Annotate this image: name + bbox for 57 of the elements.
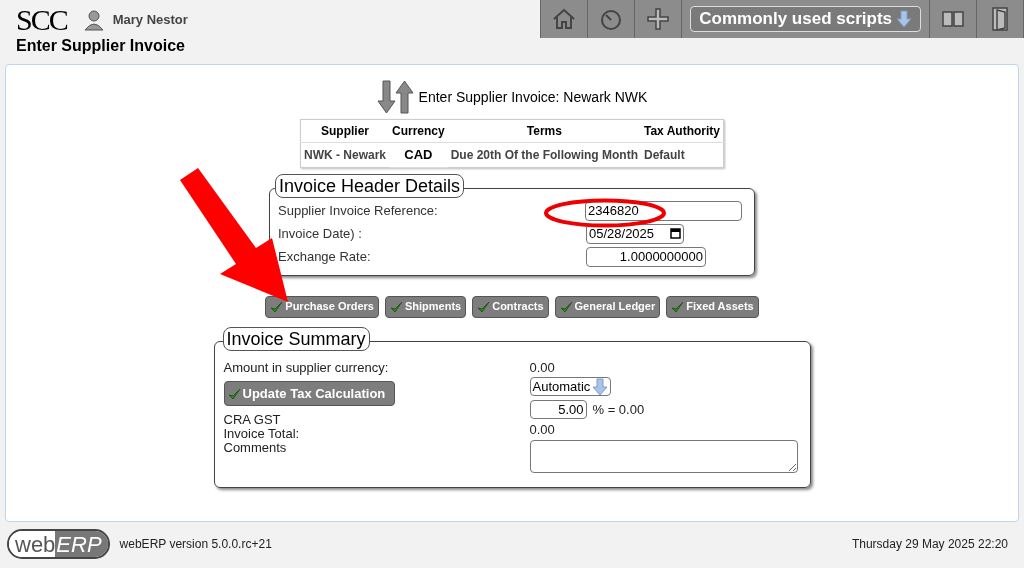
column-header: Terms xyxy=(447,119,641,143)
update-tax-button[interactable]: Update Tax Calculation xyxy=(223,381,395,406)
up-down-arrows-icon xyxy=(376,79,415,115)
field-label: Amount in supplier currency: xyxy=(223,358,390,377)
column-header: Supplier xyxy=(300,119,389,143)
check-icon xyxy=(477,300,491,313)
input-field[interactable]: 1.0000000000 xyxy=(586,246,706,267)
calendar-icon xyxy=(670,228,682,239)
check-icon xyxy=(671,300,685,313)
check-icon xyxy=(389,300,403,313)
user-icon xyxy=(82,9,105,31)
door-icon[interactable] xyxy=(990,6,1010,32)
tax-name: CRA GST xyxy=(223,413,282,427)
action-button[interactable]: Contracts xyxy=(472,295,549,318)
page-title: Enter Supplier Invoice xyxy=(16,36,186,56)
field-label: Exchange Rate: xyxy=(278,247,372,266)
fieldset-legend: Invoice Header Details xyxy=(275,173,465,198)
tax-rate-field[interactable]: 5.00 xyxy=(529,400,587,420)
scripts-dropdown[interactable]: Commonly used scripts xyxy=(690,6,921,32)
date-time: Thursday 29 May 2025 22:20 xyxy=(851,536,1009,553)
table-cell: Default xyxy=(641,142,724,167)
user-name: Mary Nestor xyxy=(112,11,188,30)
date-field[interactable]: 05/28/2025 xyxy=(586,223,685,244)
down-arrow-icon xyxy=(896,10,912,28)
tax-mode-select[interactable]: Automatic xyxy=(529,377,612,396)
column-header: Tax Authority xyxy=(641,119,724,143)
fieldset-legend: Invoice Summary xyxy=(222,326,370,351)
action-button[interactable]: Shipments xyxy=(384,295,467,318)
field-label: Invoice Date) : xyxy=(278,224,363,243)
tax-amount: % = 0.00 xyxy=(592,401,645,419)
check-icon xyxy=(227,387,241,400)
amount-value: 0.00 xyxy=(529,358,556,377)
total-value: 0.00 xyxy=(529,422,556,437)
action-button[interactable]: Fixed Assets xyxy=(666,295,759,318)
logo-text: ERP xyxy=(55,531,108,557)
page-heading: Enter Supplier Invoice: Newark NWK xyxy=(418,87,648,107)
home-icon[interactable] xyxy=(552,8,577,30)
table-cell: Due 20th Of the Following Month xyxy=(447,142,641,167)
down-arrow-icon xyxy=(592,377,609,396)
field-label: Comments xyxy=(223,441,288,455)
table-cell: NWK - Newark xyxy=(300,142,389,167)
column-header: Currency xyxy=(389,119,448,143)
comments-field[interactable] xyxy=(529,439,798,473)
action-button[interactable]: Purchase Orders xyxy=(265,295,379,318)
check-icon xyxy=(559,300,573,313)
version-text: webERP version 5.0.0.rc+21 xyxy=(119,536,272,553)
input-field[interactable]: 2346820 xyxy=(585,200,742,221)
logo: SCC xyxy=(16,4,67,36)
plus-icon[interactable] xyxy=(646,7,671,31)
gauge-icon[interactable] xyxy=(599,8,624,30)
table-cell: CAD xyxy=(389,142,448,167)
field-label: Supplier Invoice Reference: xyxy=(278,201,439,220)
check-icon xyxy=(270,300,284,313)
logo-text: web xyxy=(9,531,56,557)
book-icon[interactable] xyxy=(942,10,964,28)
field-label: Invoice Total: xyxy=(223,427,301,441)
action-button[interactable]: General Ledger xyxy=(554,295,661,318)
